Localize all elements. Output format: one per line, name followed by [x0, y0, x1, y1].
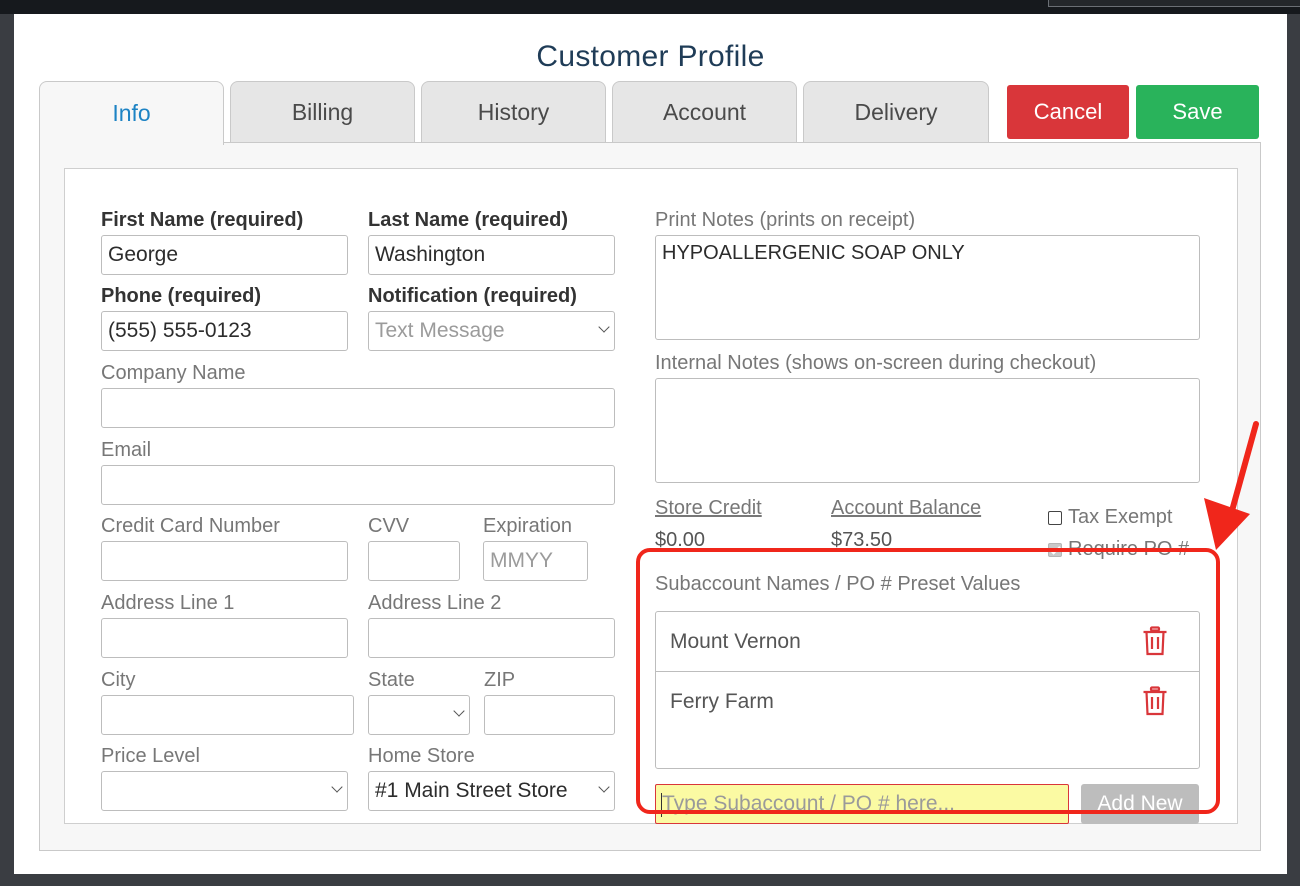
arrow-icon	[1204, 421, 1259, 550]
print-notes-label: Print Notes (prints on receipt)	[655, 209, 916, 231]
address2-field[interactable]	[368, 618, 615, 658]
store-credit-link[interactable]: Store Credit	[655, 497, 762, 520]
save-button[interactable]: Save	[1136, 85, 1259, 139]
account-balance-value: $73.50	[831, 529, 893, 551]
tab-billing[interactable]: Billing	[230, 81, 415, 143]
expiration-label: Expiration	[483, 515, 572, 537]
company-field[interactable]	[101, 388, 615, 428]
chevron-down-icon	[598, 321, 610, 333]
require-po-label: Require PO #	[1068, 538, 1190, 560]
email-field[interactable]	[101, 465, 615, 505]
state-select[interactable]	[368, 695, 470, 735]
city-field[interactable]	[101, 695, 354, 735]
subaccount-input-placeholder: Type Subaccount / PO # here...	[662, 792, 956, 815]
email-label: Email	[101, 439, 152, 461]
tab-delivery[interactable]: Delivery	[803, 81, 989, 143]
address1-label: Address Line 1	[101, 592, 235, 614]
window-top-control	[1048, 0, 1300, 7]
require-po-checkbox[interactable]	[1048, 543, 1062, 557]
tab-history[interactable]: History	[421, 81, 606, 143]
price-level-label: Price Level	[101, 745, 200, 767]
subaccount-input[interactable]: Type Subaccount / PO # here...	[655, 784, 1069, 824]
city-label: City	[101, 669, 136, 691]
list-item: Mount Vernon	[656, 612, 1199, 672]
address2-label: Address Line 2	[368, 592, 502, 614]
internal-notes-textarea[interactable]	[655, 378, 1200, 483]
subaccount-name: Mount Vernon	[670, 630, 801, 653]
state-label: State	[368, 669, 415, 691]
tab-info[interactable]: Info	[39, 81, 224, 145]
subaccounts-label: Subaccount Names / PO # Preset Values	[655, 573, 1021, 595]
home-store-select-value: #1 Main Street Store	[375, 779, 568, 802]
address1-field[interactable]	[101, 618, 348, 658]
notification-select[interactable]: Text Message	[368, 311, 615, 351]
price-level-select[interactable]	[101, 771, 348, 811]
subaccount-name: Ferry Farm	[670, 690, 774, 713]
chevron-down-icon	[598, 781, 610, 793]
phone-label: Phone (required)	[101, 285, 262, 307]
page-title: Customer Profile	[536, 40, 765, 73]
company-label: Company Name	[101, 362, 246, 384]
tab-panel-info: First Name (required) George Last Name (…	[39, 142, 1261, 851]
zip-label: ZIP	[484, 669, 516, 691]
notification-select-value: Text Message	[375, 319, 505, 342]
card-number-field[interactable]	[101, 541, 348, 581]
home-store-select[interactable]: #1 Main Street Store	[368, 771, 615, 811]
phone-field[interactable]: (555) 555-0123	[101, 311, 348, 351]
store-credit-value: $0.00	[655, 529, 706, 551]
expiration-field[interactable]: MMYY	[483, 541, 588, 581]
add-new-button[interactable]: Add New	[1081, 784, 1199, 824]
text-caret	[661, 793, 662, 817]
window-top-bar	[0, 0, 1300, 14]
trash-icon[interactable]	[1142, 686, 1168, 716]
last-name-field[interactable]: Washington	[368, 235, 615, 275]
customer-info-form: First Name (required) George Last Name (…	[64, 168, 1238, 824]
zip-field[interactable]	[484, 695, 615, 735]
first-name-label: First Name (required)	[101, 209, 304, 231]
internal-notes-label: Internal Notes (shows on-screen during c…	[655, 352, 1097, 374]
print-notes-textarea[interactable]: HYPOALLERGENIC SOAP ONLY	[655, 235, 1200, 340]
tax-exempt-label: Tax Exempt	[1068, 506, 1173, 528]
chevron-down-icon	[331, 781, 343, 793]
notification-label: Notification (required)	[368, 285, 577, 307]
tab-account[interactable]: Account	[612, 81, 797, 143]
customer-profile-modal: Customer Profile Info Billing History Ac…	[14, 14, 1287, 874]
last-name-label: Last Name (required)	[368, 209, 569, 231]
list-item: Ferry Farm	[656, 672, 1199, 732]
account-balance-link[interactable]: Account Balance	[831, 497, 981, 520]
trash-icon[interactable]	[1142, 626, 1168, 656]
cvv-label: CVV	[368, 515, 410, 537]
chevron-down-icon	[453, 705, 465, 717]
tax-exempt-checkbox[interactable]	[1048, 511, 1062, 525]
subaccount-list: Mount Vernon Ferry Farm	[655, 611, 1200, 769]
card-number-label: Credit Card Number	[101, 515, 280, 537]
first-name-field[interactable]: George	[101, 235, 348, 275]
cancel-button[interactable]: Cancel	[1007, 85, 1129, 139]
cvv-field[interactable]	[368, 541, 460, 581]
home-store-label: Home Store	[368, 745, 475, 767]
